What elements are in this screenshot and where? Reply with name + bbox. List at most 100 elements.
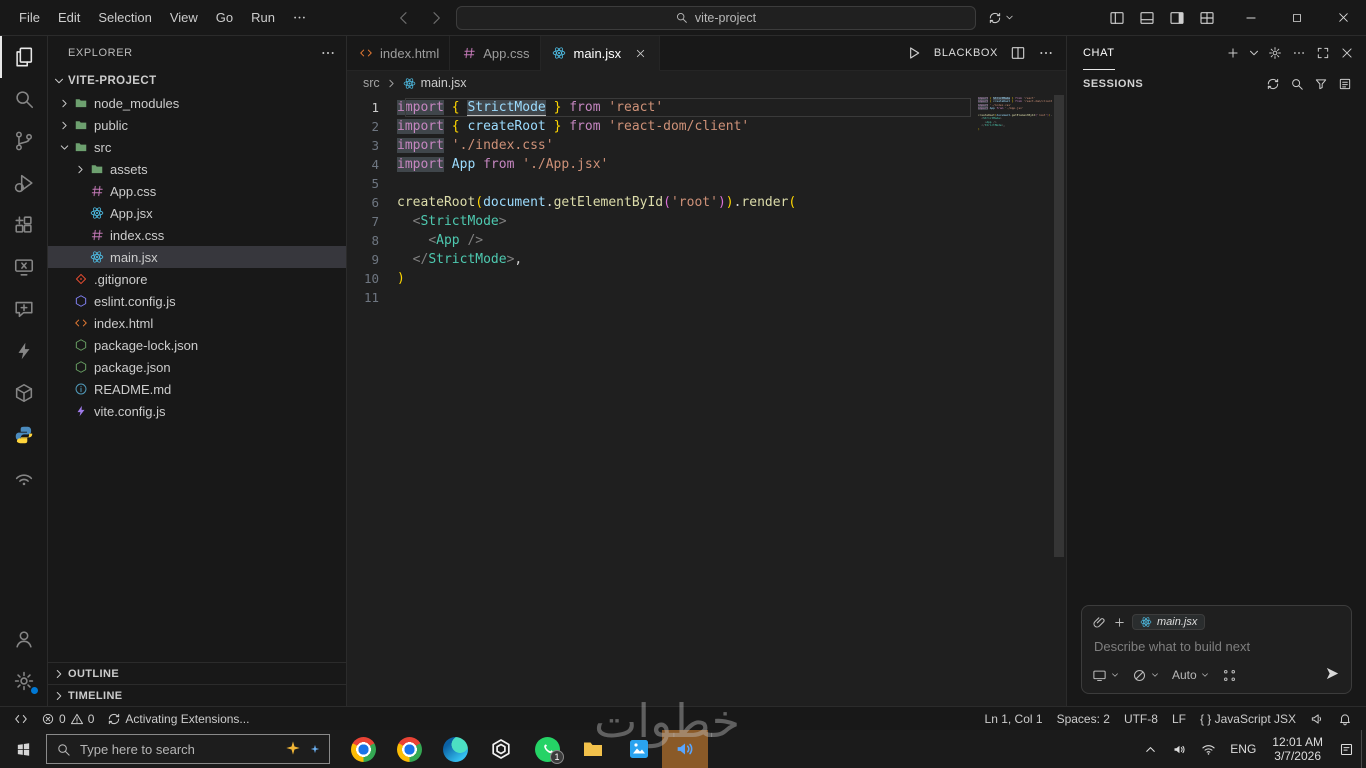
chevron-right-icon[interactable] (56, 95, 72, 111)
customize-layout-icon[interactable] (1194, 5, 1220, 31)
breadcrumb[interactable]: src main.jsx (347, 71, 1066, 95)
taskbar-search[interactable]: Type here to search (46, 734, 330, 764)
code-line-5[interactable]: 5 (347, 174, 1066, 193)
chevron-right-icon[interactable] (56, 117, 72, 133)
editor-more-icon[interactable] (1038, 45, 1054, 61)
split-editor-icon[interactable] (1010, 45, 1026, 61)
tree-item-App.css[interactable]: App.css (48, 180, 346, 202)
menu-view[interactable]: View (161, 5, 207, 31)
chevron-right-icon[interactable] (72, 161, 88, 177)
command-center-search[interactable]: vite-project (455, 5, 976, 30)
close-tab-icon[interactable] (631, 44, 649, 62)
activity-signal[interactable] (0, 456, 48, 498)
menu-overflow[interactable] (284, 5, 314, 31)
minimap[interactable]: import { StrictMode } from 'react' import… (978, 97, 1052, 134)
graph-button[interactable] (1222, 668, 1237, 683)
tree-item-assets[interactable]: assets (48, 158, 346, 180)
timeline-section[interactable]: TIMELINE (48, 684, 346, 706)
activity-account[interactable] (0, 618, 48, 660)
tree-item-index.html[interactable]: index.html (48, 312, 346, 334)
tray-expand-button[interactable] (1136, 730, 1165, 768)
chevron-down-icon[interactable] (56, 139, 72, 155)
taskbar-app-whatsapp[interactable]: 1 (524, 730, 570, 768)
menu-selection[interactable]: Selection (89, 5, 160, 31)
breadcrumb-folder[interactable]: src (363, 76, 380, 90)
code-line-8[interactable]: 8 <App /> (347, 231, 1066, 250)
editor-scrollbar[interactable] (1052, 95, 1066, 706)
filter-sessions-icon[interactable] (1310, 73, 1332, 95)
code-line-9[interactable]: 9 </StrictMode>, (347, 250, 1066, 269)
minimize-button[interactable] (1228, 0, 1274, 35)
language-indicator[interactable]: ENG (1223, 730, 1263, 768)
taskbar-app-speaker-app[interactable] (662, 730, 708, 768)
eol-indicator[interactable]: LF (1168, 708, 1190, 730)
expand-panel-icon[interactable] (1312, 42, 1334, 64)
tab-main.jsx[interactable]: main.jsx (540, 36, 661, 71)
explorer-more-icon[interactable] (320, 45, 336, 61)
session-toggle-button[interactable] (984, 9, 1019, 27)
sessions-list-icon[interactable] (1334, 73, 1356, 95)
code-line-1[interactable]: 1 import { StrictMode } from 'react' (347, 98, 1066, 117)
activity-extensions[interactable] (0, 204, 48, 246)
menu-file[interactable]: File (10, 5, 49, 31)
taskbar-app-edge[interactable] (432, 730, 478, 768)
tree-item-package-lock.json[interactable]: package-lock.json (48, 334, 346, 356)
code-line-4[interactable]: 4 import App from './App.jsx' (347, 155, 1066, 174)
code-line-3[interactable]: 3 import './index.css' (347, 136, 1066, 155)
activity-bolt[interactable] (0, 330, 48, 372)
network-button[interactable] (1194, 730, 1223, 768)
mode-selector[interactable] (1132, 668, 1160, 683)
attach-icon[interactable] (1092, 615, 1107, 630)
toggle-sidebar-icon[interactable] (1104, 5, 1130, 31)
maximize-button[interactable] (1274, 0, 1320, 35)
problems-indicator[interactable]: 0 0 (37, 708, 98, 730)
refresh-sessions-icon[interactable] (1262, 73, 1284, 95)
code-line-10[interactable]: 10) (347, 269, 1066, 288)
taskbar-app-folder-app[interactable] (570, 730, 616, 768)
close-button[interactable] (1320, 0, 1366, 35)
activity-debug[interactable] (0, 162, 48, 204)
chat-input-placeholder[interactable]: Describe what to build next (1092, 630, 1341, 665)
menu-run[interactable]: Run (242, 5, 284, 31)
chat-input-box[interactable]: main.jsx Describe what to build next Aut… (1081, 605, 1352, 694)
tree-item-eslint.config.js[interactable]: eslint.config.js (48, 290, 346, 312)
activity-files[interactable] (0, 36, 48, 78)
back-arrow-icon[interactable] (392, 6, 416, 30)
taskbar-app-photos-app[interactable] (616, 730, 662, 768)
chat-settings-icon[interactable] (1264, 42, 1286, 64)
send-button[interactable] (1324, 665, 1341, 685)
encoding[interactable]: UTF-8 (1120, 708, 1162, 730)
taskbar-app-chrome-2[interactable] (386, 730, 432, 768)
tree-item-package.json[interactable]: package.json (48, 356, 346, 378)
tree-item-node_modules[interactable]: node_modules (48, 92, 346, 114)
tree-item-README.md[interactable]: README.md (48, 378, 346, 400)
status-message[interactable]: Activating Extensions... (103, 708, 253, 730)
chat-panel-title[interactable]: CHAT (1083, 36, 1115, 70)
activity-python[interactable] (0, 414, 48, 456)
blackbox-button[interactable]: BLACKBOX (934, 47, 998, 59)
activity-git-branch[interactable] (0, 120, 48, 162)
activity-cube[interactable] (0, 372, 48, 414)
run-icon[interactable] (906, 45, 922, 61)
code-line-2[interactable]: 2 import { createRoot } from 'react-dom/c… (347, 117, 1066, 136)
model-selector[interactable]: Auto (1172, 668, 1210, 682)
outline-section[interactable]: OUTLINE (48, 662, 346, 684)
remote-indicator[interactable] (10, 708, 32, 730)
tree-item-index.css[interactable]: index.css (48, 224, 346, 246)
activity-gear[interactable] (0, 660, 48, 702)
announcement-button[interactable] (1306, 708, 1328, 730)
search-sessions-icon[interactable] (1286, 73, 1308, 95)
notifications-button[interactable] (1334, 708, 1356, 730)
tree-item-.gitignore[interactable]: .gitignore (48, 268, 346, 290)
target-selector[interactable] (1092, 668, 1120, 683)
toggle-secondary-sidebar-icon[interactable] (1164, 5, 1190, 31)
show-desktop-button[interactable] (1361, 730, 1366, 768)
menu-go[interactable]: Go (207, 5, 242, 31)
language-mode[interactable]: { } JavaScript JSX (1196, 708, 1300, 730)
indentation[interactable]: Spaces: 2 (1053, 708, 1114, 730)
tree-item-vite.config.js[interactable]: vite.config.js (48, 400, 346, 422)
activity-remote-x[interactable] (0, 246, 48, 288)
code-line-6[interactable]: 6 createRoot(document.getElementById('roo… (347, 193, 1066, 212)
code-line-11[interactable]: 11 (347, 288, 1066, 307)
tree-item-App.jsx[interactable]: App.jsx (48, 202, 346, 224)
